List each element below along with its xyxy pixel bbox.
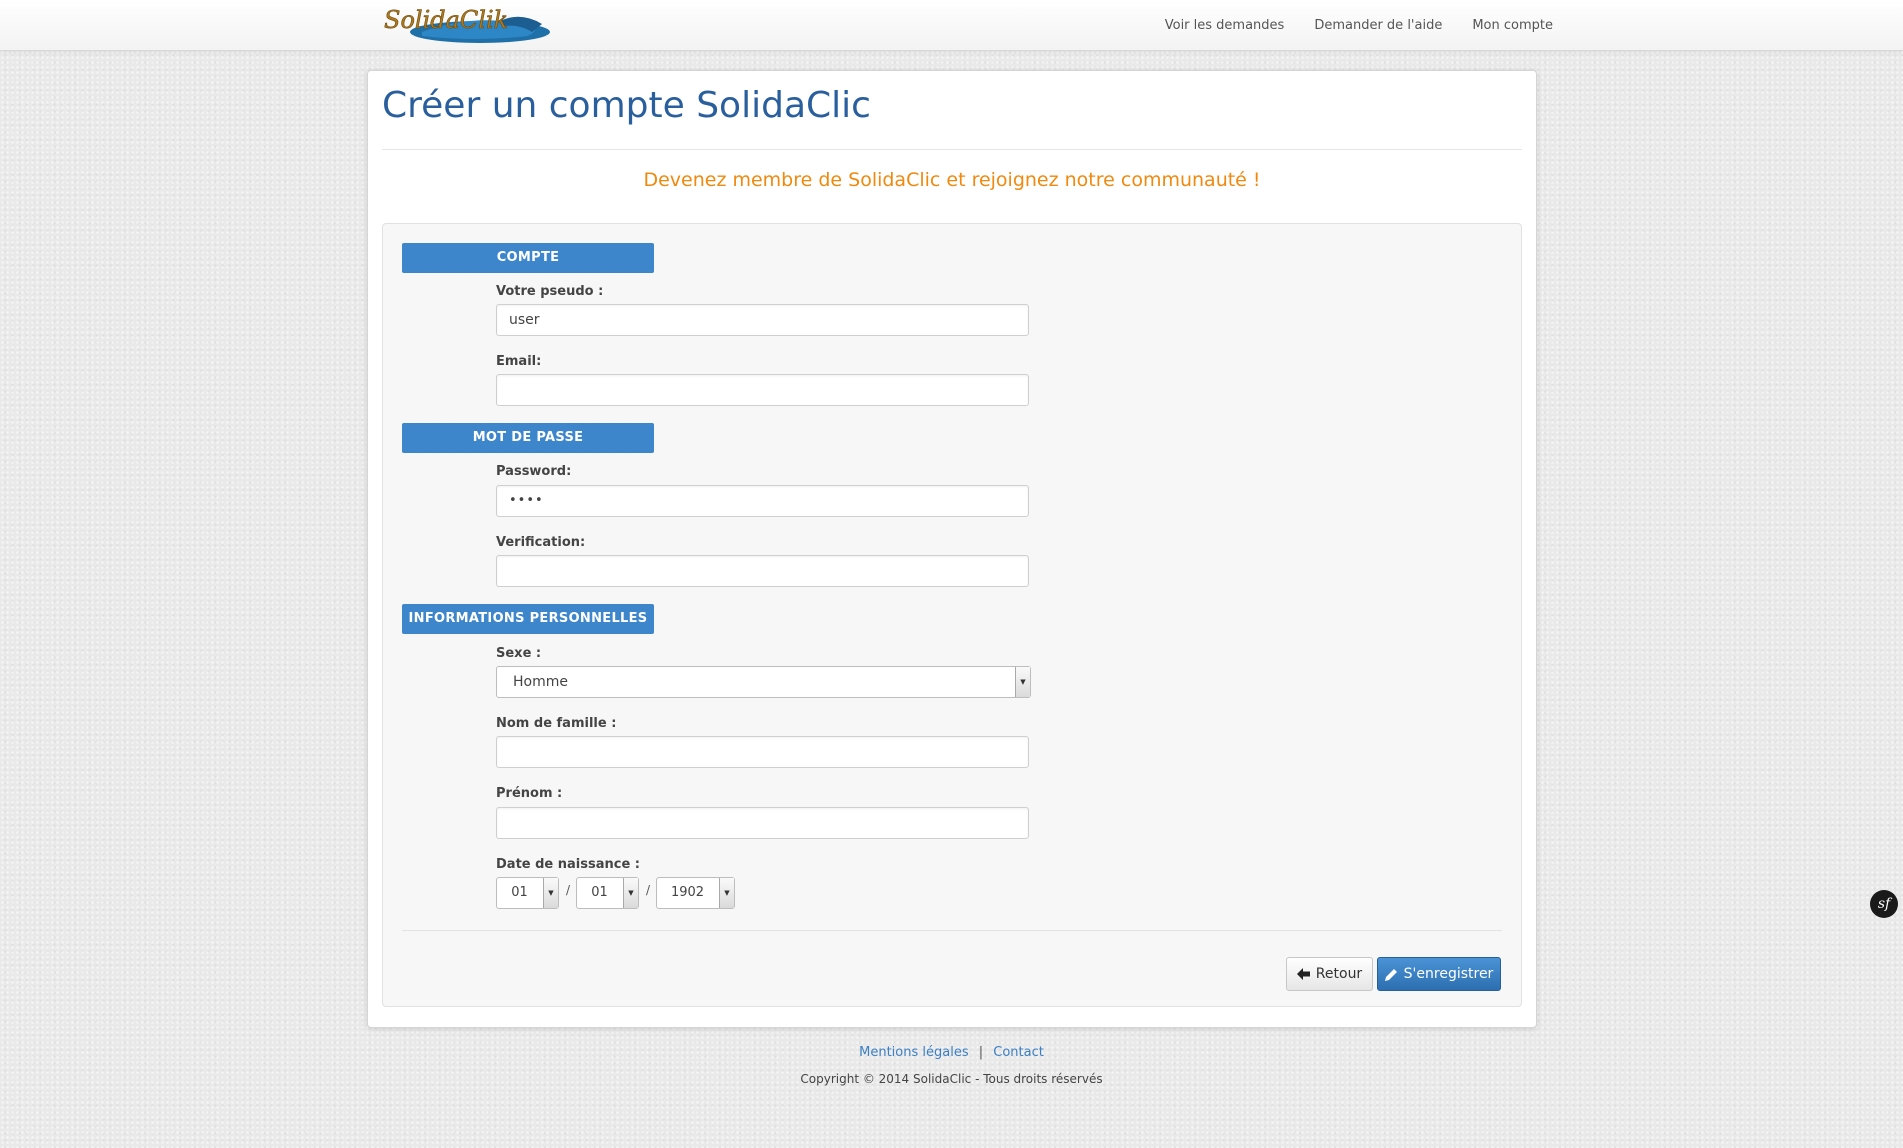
register-button[interactable]: S'enregistrer xyxy=(1377,957,1501,991)
birth-year-select[interactable]: 1902 ▼ xyxy=(656,877,735,909)
prenom-label: Prénom : xyxy=(496,786,563,801)
form-divider xyxy=(402,930,1502,931)
tagline: Devenez membre de SolidaClic et rejoigne… xyxy=(643,169,1261,191)
email-input[interactable] xyxy=(496,374,1029,406)
sexe-select[interactable]: Homme ▼ xyxy=(496,666,1031,698)
main-panel: Créer un compte SolidaClic Devenez membr… xyxy=(367,70,1537,1028)
prenom-input[interactable] xyxy=(496,807,1029,839)
contact-link[interactable]: Contact xyxy=(993,1045,1044,1060)
back-button-label: Retour xyxy=(1315,966,1363,982)
footer-links: Mentions légales | Contact xyxy=(0,1045,1903,1060)
back-button[interactable]: Retour xyxy=(1286,957,1373,991)
top-navbar: SolidaClik Voir les demandes Demander de… xyxy=(0,0,1903,51)
symfony-toolbar-icon[interactable]: sf xyxy=(1870,890,1898,918)
nav-demander-aide[interactable]: Demander de l'aide xyxy=(1314,18,1442,33)
chevron-down-icon[interactable]: ▼ xyxy=(1015,667,1030,697)
section-compte: COMPTE xyxy=(402,243,654,273)
sexe-selected-value: Homme xyxy=(513,674,568,690)
date-separator: / xyxy=(646,883,651,897)
birth-month-value: 01 xyxy=(591,885,608,900)
password-label: Password: xyxy=(496,464,572,479)
verification-label: Verification: xyxy=(496,535,586,550)
footer-separator: | xyxy=(978,1045,984,1060)
registration-form: COMPTE Votre pseudo : user Email: MOT DE… xyxy=(382,223,1522,1007)
page-title: Créer un compte SolidaClic xyxy=(382,85,871,126)
birth-day-select[interactable]: 01 ▼ xyxy=(496,877,559,909)
chevron-down-icon[interactable]: ▼ xyxy=(719,878,734,908)
birth-day-value: 01 xyxy=(511,885,528,900)
nom-input[interactable] xyxy=(496,736,1029,768)
copyright-text: Copyright © 2014 SolidaClic - Tous droit… xyxy=(800,1072,1103,1086)
solidaclik-logo[interactable]: SolidaClik xyxy=(382,2,552,46)
birth-month-select[interactable]: 01 ▼ xyxy=(576,877,639,909)
date-separator: / xyxy=(566,883,571,897)
nav-mon-compte[interactable]: Mon compte xyxy=(1472,18,1553,33)
mentions-legales-link[interactable]: Mentions légales xyxy=(859,1045,968,1060)
birth-year-value: 1902 xyxy=(670,885,705,900)
chevron-down-icon[interactable]: ▼ xyxy=(543,878,558,908)
sexe-label: Sexe : xyxy=(496,646,542,661)
password-input[interactable]: •••• xyxy=(496,485,1029,517)
pseudo-input[interactable]: user xyxy=(496,304,1029,336)
nav-voir-demandes[interactable]: Voir les demandes xyxy=(1165,18,1285,33)
nom-label: Nom de famille : xyxy=(496,716,617,731)
title-divider xyxy=(382,149,1522,150)
birthdate-label: Date de naissance : xyxy=(496,857,641,872)
svg-text:SolidaClik: SolidaClik xyxy=(384,6,508,34)
email-label: Email: xyxy=(496,354,542,369)
pseudo-label: Votre pseudo : xyxy=(496,284,604,299)
section-mot-de-passe: MOT DE PASSE xyxy=(402,423,654,453)
register-button-label: S'enregistrer xyxy=(1403,966,1494,982)
birthdate-group: 01 ▼ / 01 ▼ / 1902 ▼ xyxy=(496,877,736,909)
nav-links: Voir les demandes Demander de l'aide Mon… xyxy=(1135,0,1553,50)
chevron-down-icon[interactable]: ▼ xyxy=(623,878,638,908)
arrow-left-icon xyxy=(1296,968,1310,980)
pencil-icon xyxy=(1384,968,1397,981)
section-informations-personnelles: INFORMATIONS PERSONNELLES xyxy=(402,604,654,634)
verification-input[interactable] xyxy=(496,555,1029,587)
